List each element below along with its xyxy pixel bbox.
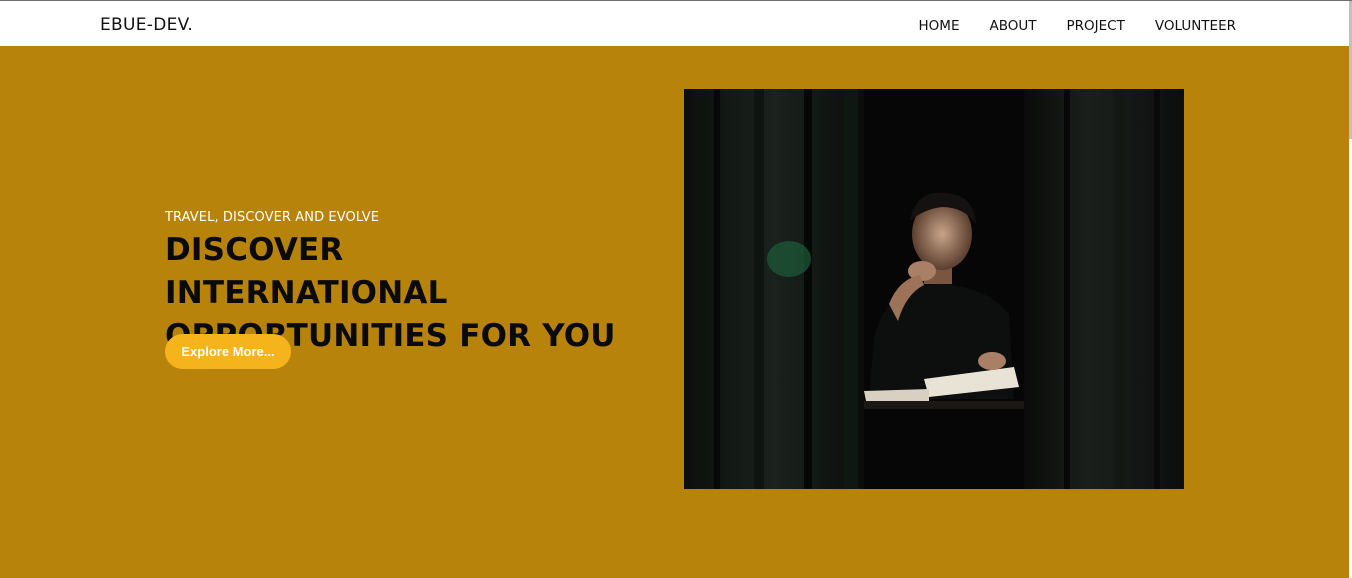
brand-logo[interactable]: EBUE-DEV. (100, 15, 193, 35)
hero-photo (684, 89, 1184, 489)
nav-links: HOME ABOUT PROJECT VOLUNTEER (889, 18, 1236, 34)
hero-headline-line-1: DISCOVER INTERNATIONAL (165, 232, 448, 311)
nav-link-about[interactable]: ABOUT (990, 18, 1037, 34)
nav-link-project[interactable]: PROJECT (1067, 18, 1125, 34)
hero-section: TRAVEL, DISCOVER AND EVOLVE DISCOVER INT… (0, 46, 1349, 578)
hero-kicker: TRAVEL, DISCOVER AND EVOLVE (165, 210, 380, 225)
man-reading-photo-illustration (684, 89, 1184, 489)
explore-more-button[interactable]: Explore More... (165, 334, 291, 369)
navbar: EBUE-DEV. HOME ABOUT PROJECT VOLUNTEER (0, 1, 1349, 46)
nav-link-volunteer[interactable]: VOLUNTEER (1155, 18, 1236, 34)
nav-link-home[interactable]: HOME (919, 18, 960, 34)
